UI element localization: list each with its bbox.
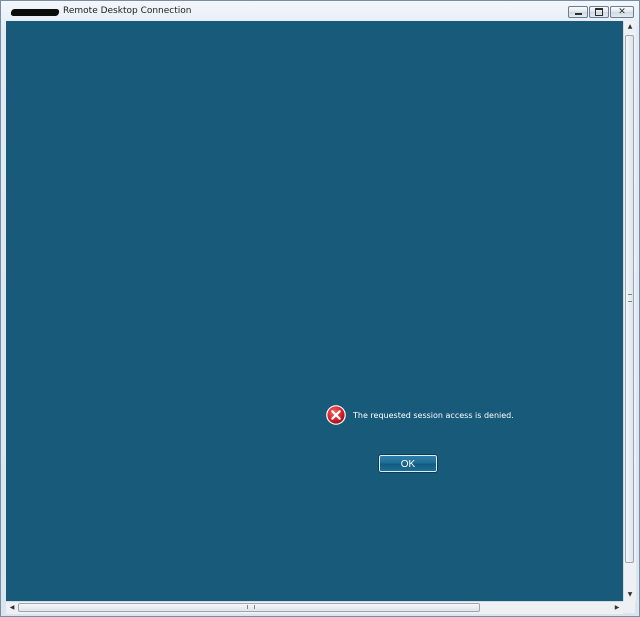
close-button[interactable]: ✕ xyxy=(610,6,634,18)
scroll-up-icon[interactable]: ▲ xyxy=(624,21,636,33)
ok-button[interactable]: OK xyxy=(378,454,438,473)
caption-buttons: ✕ xyxy=(568,6,634,18)
vertical-scroll-thumb[interactable] xyxy=(625,35,634,563)
error-icon xyxy=(326,405,346,425)
grip-icon xyxy=(247,605,255,609)
horizontal-scroll-thumb[interactable] xyxy=(18,603,480,612)
scroll-left-icon[interactable]: ◀ xyxy=(6,602,18,614)
maximize-icon xyxy=(595,8,603,16)
close-icon: ✕ xyxy=(618,7,626,17)
minimize-button[interactable] xyxy=(568,6,588,18)
horizontal-scrollbar[interactable]: ◀ ▶ xyxy=(6,601,623,614)
error-message: The requested session access is denied. xyxy=(353,411,514,420)
scroll-down-icon[interactable]: ▼ xyxy=(624,589,636,601)
maximize-button[interactable] xyxy=(589,6,609,18)
scroll-right-icon[interactable]: ▶ xyxy=(611,602,623,614)
vertical-scrollbar[interactable]: ▲ ▼ xyxy=(623,21,636,601)
window-title: Remote Desktop Connection xyxy=(63,6,192,16)
scrollbar-corner xyxy=(623,601,635,613)
remote-session-area[interactable] xyxy=(6,21,623,601)
grip-icon xyxy=(628,294,632,302)
redacted-computer-name xyxy=(10,9,60,16)
minimize-icon xyxy=(574,13,582,15)
remote-desktop-window: Remote Desktop Connection ✕ The requeste… xyxy=(0,0,640,617)
title-bar[interactable]: Remote Desktop Connection ✕ xyxy=(1,1,639,21)
